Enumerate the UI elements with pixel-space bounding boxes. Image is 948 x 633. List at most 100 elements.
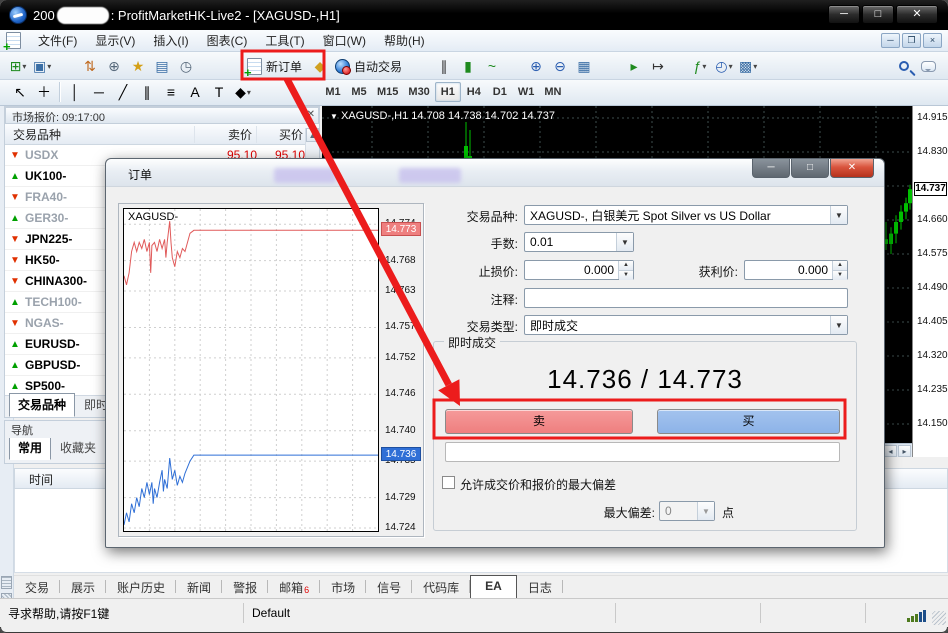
profiles-button[interactable]: ▣▾ bbox=[30, 54, 54, 78]
bar-chart-button[interactable]: ∥ bbox=[432, 54, 456, 78]
close-button[interactable]: ✕ bbox=[896, 5, 938, 24]
spin-up-icon[interactable]: ▲ bbox=[833, 261, 847, 271]
terminal-tab-市场[interactable]: 市场 bbox=[320, 576, 366, 599]
trendline-tool[interactable]: ╱ bbox=[111, 81, 135, 103]
chevron-down-icon[interactable]: ▾ bbox=[247, 88, 251, 97]
price-scale[interactable]: 14.91514.83014.66014.57514.49014.40514.3… bbox=[912, 106, 948, 457]
terminal-tab-日志[interactable]: 日志 bbox=[517, 576, 563, 599]
shapes-tool[interactable]: ◆▾ bbox=[231, 81, 255, 103]
timeframe-h4[interactable]: H4 bbox=[461, 82, 487, 102]
zoom-in-button[interactable]: ⊕ bbox=[524, 54, 548, 78]
chevron-down-icon[interactable]: ▼ bbox=[830, 206, 847, 224]
terminal-tab-新闻[interactable]: 新闻 bbox=[176, 576, 222, 599]
timeframe-m5[interactable]: M5 bbox=[346, 82, 372, 102]
ask-column-header[interactable]: 买价 bbox=[257, 126, 305, 143]
chevron-down-icon[interactable]: ▼ bbox=[830, 316, 847, 334]
symbol-column-header[interactable]: 交易品种 bbox=[5, 126, 195, 143]
terminal-tab-警报[interactable]: 警报 bbox=[222, 576, 268, 599]
candlestick-chart-button[interactable]: ▮ bbox=[456, 54, 480, 78]
navigator-tab[interactable]: 常用 bbox=[9, 436, 51, 460]
comment-input[interactable] bbox=[524, 288, 848, 308]
chevron-down-icon[interactable]: ▾ bbox=[729, 62, 733, 71]
menu-item[interactable]: 文件(F) bbox=[29, 30, 86, 51]
spin-down-icon[interactable]: ▼ bbox=[619, 271, 633, 280]
terminal-tab-展示[interactable]: 展示 bbox=[60, 576, 106, 599]
timeframe-h1[interactable]: H1 bbox=[435, 82, 461, 102]
menu-item[interactable]: 帮助(H) bbox=[375, 30, 434, 51]
timeframe-m15[interactable]: M15 bbox=[372, 82, 403, 102]
chevron-down-icon[interactable]: ▼ bbox=[616, 233, 633, 251]
mdi-close-button[interactable]: × bbox=[923, 33, 942, 48]
search-button[interactable] bbox=[892, 54, 916, 78]
stoploss-input[interactable]: 0.000 ▲▼ bbox=[524, 260, 634, 280]
horizontal-line-tool[interactable]: ─ bbox=[87, 81, 111, 103]
dialog-maximize-button[interactable]: □ bbox=[791, 159, 829, 178]
data-window-toggle[interactable]: ⊕ bbox=[102, 54, 126, 78]
terminal-tab-代码库[interactable]: 代码库 bbox=[412, 576, 470, 599]
scroll-left-icon[interactable]: ◂ bbox=[884, 445, 897, 457]
order-dialog-titlebar[interactable]: 订单 ─ □ ✕ bbox=[106, 159, 884, 187]
auto-scroll-toggle[interactable]: ▸ bbox=[622, 54, 646, 78]
indicators-button[interactable]: ƒ▾ bbox=[688, 54, 712, 78]
terminal-toggle[interactable]: ▤ bbox=[150, 54, 174, 78]
menu-item[interactable]: 插入(I) bbox=[144, 30, 197, 51]
market-watch-header[interactable]: 交易品种 卖价 买价 bbox=[5, 124, 319, 145]
dialog-close-button[interactable]: ✕ bbox=[830, 159, 874, 178]
text-label-tool[interactable]: T bbox=[207, 81, 231, 103]
terminal-tab-交易[interactable]: 交易 bbox=[14, 576, 60, 599]
timeframe-m1[interactable]: M1 bbox=[320, 82, 346, 102]
buy-button[interactable]: 买 bbox=[657, 409, 840, 434]
timeframe-mn[interactable]: MN bbox=[539, 82, 566, 102]
market-watch-close-icon[interactable]: ✕ bbox=[307, 109, 315, 120]
scroll-up-icon[interactable]: ▲ bbox=[306, 128, 319, 142]
chevron-down-icon[interactable]: ▾ bbox=[753, 62, 757, 71]
chevron-down-icon[interactable]: ▾ bbox=[47, 62, 51, 71]
menu-item[interactable]: 显示(V) bbox=[86, 30, 144, 51]
timeframe-d1[interactable]: D1 bbox=[487, 82, 513, 102]
terminal-tab-账户历史[interactable]: 账户历史 bbox=[106, 576, 176, 599]
terminal-tab-信号[interactable]: 信号 bbox=[366, 576, 412, 599]
strategy-tester-toggle[interactable]: ◷ bbox=[174, 54, 198, 78]
deviation-checkbox[interactable] bbox=[442, 476, 455, 489]
takeprofit-input[interactable]: 0.000 ▲▼ bbox=[744, 260, 848, 280]
terminal-tab-EA[interactable]: EA bbox=[470, 575, 517, 598]
metaeditor-button[interactable]: ◆ bbox=[308, 54, 332, 78]
spin-down-icon[interactable]: ▼ bbox=[833, 271, 847, 280]
mdi-restore-button[interactable]: ❐ bbox=[902, 33, 921, 48]
templates-button[interactable]: ▩▾ bbox=[736, 54, 760, 78]
order-type-select[interactable]: 即时成交▼ bbox=[524, 315, 848, 335]
bid-column-header[interactable]: 卖价 bbox=[195, 126, 257, 143]
sell-button[interactable]: 卖 bbox=[445, 409, 633, 434]
periods-button[interactable]: ◴▾ bbox=[712, 54, 736, 78]
menu-item[interactable]: 工具(T) bbox=[256, 30, 313, 51]
chart-shift-toggle[interactable]: ↦ bbox=[646, 54, 670, 78]
new-chart-button[interactable]: ⊞▾ bbox=[6, 54, 30, 78]
navigator-tab[interactable]: 收藏夹 bbox=[51, 436, 105, 460]
zoom-out-button[interactable]: ⊖ bbox=[548, 54, 572, 78]
chevron-down-icon[interactable]: ▾ bbox=[22, 62, 26, 71]
new-order-button[interactable]: 新订单 bbox=[244, 54, 308, 78]
fibonacci-tool[interactable]: ≡ bbox=[159, 81, 183, 103]
autotrading-button[interactable]: 自动交易 bbox=[332, 54, 408, 78]
resize-grip[interactable] bbox=[932, 611, 946, 625]
symbol-select[interactable]: XAGUSD-, 白银美元 Spot Silver vs US Dollar▼ bbox=[524, 205, 848, 225]
line-chart-button[interactable]: ~ bbox=[480, 54, 504, 78]
status-profile[interactable]: Default bbox=[244, 603, 616, 623]
terminal-tab-邮箱[interactable]: 邮箱6 bbox=[268, 576, 320, 599]
volume-select[interactable]: 0.01▼ bbox=[524, 232, 634, 252]
market-watch-toggle[interactable]: ⇅ bbox=[78, 54, 102, 78]
crosshair-tool[interactable]: ＋ bbox=[32, 81, 56, 103]
chevron-down-icon[interactable]: ▾ bbox=[702, 62, 706, 71]
menu-item[interactable]: 图表(C) bbox=[198, 30, 257, 51]
maximize-button[interactable]: □ bbox=[862, 5, 894, 24]
cursor-tool[interactable]: ↖ bbox=[8, 81, 32, 103]
mdi-minimize-button[interactable]: ─ bbox=[881, 33, 900, 48]
tile-windows-button[interactable]: ▦ bbox=[572, 54, 596, 78]
spin-up-icon[interactable]: ▲ bbox=[619, 261, 633, 271]
chat-button[interactable] bbox=[916, 54, 940, 78]
navigator-toggle[interactable]: ★ bbox=[126, 54, 150, 78]
vertical-line-tool[interactable]: │ bbox=[63, 81, 87, 103]
equidistant-channel-tool[interactable]: ∥ bbox=[135, 81, 159, 103]
market-watch-tab[interactable]: 交易品种 bbox=[9, 393, 75, 417]
timeframe-w1[interactable]: W1 bbox=[513, 82, 540, 102]
